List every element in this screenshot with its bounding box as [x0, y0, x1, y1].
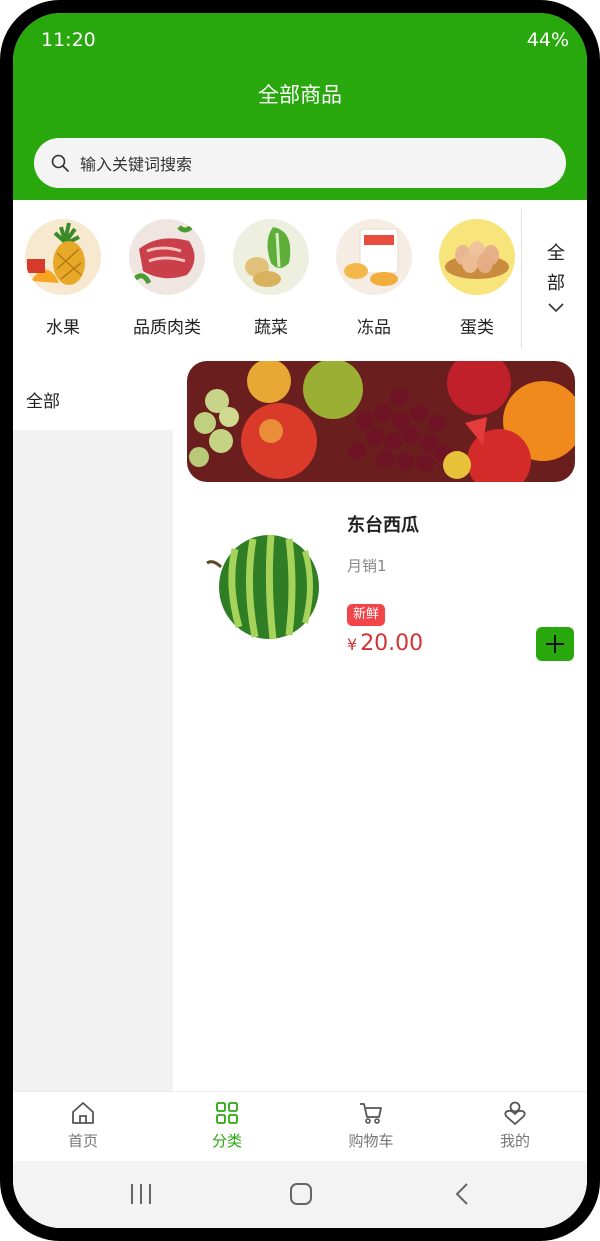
product-price: ¥20.00 [347, 631, 423, 656]
category-label: 水果 [46, 318, 80, 338]
chevron-down-icon [548, 303, 564, 313]
product-name: 东台西瓜 [347, 515, 419, 536]
fruit-image [25, 219, 101, 295]
category-expand-button[interactable]: 全 部 [531, 239, 581, 313]
currency-symbol: ¥ [347, 635, 358, 654]
tab-label: 购物车 [348, 1132, 394, 1150]
back-icon[interactable] [453, 1181, 471, 1207]
frozen-food-image [336, 219, 412, 295]
vegetable-image [233, 219, 309, 295]
search-placeholder: 输入关键词搜索 [80, 155, 193, 174]
price-value: 20.00 [360, 631, 424, 656]
tab-profile[interactable]: 我的 [465, 1100, 565, 1151]
category-sidebar: 全部 [13, 363, 173, 1091]
category-label: 蛋类 [460, 318, 494, 338]
home-button-icon[interactable] [288, 1181, 314, 1207]
product-sales: 月销1 [347, 557, 387, 575]
page-title: 全部商品 [258, 83, 342, 107]
category-label: 品质肉类 [133, 318, 201, 338]
category-label: 冻品 [357, 318, 391, 338]
tab-home[interactable]: 首页 [33, 1100, 133, 1151]
search-input[interactable]: 输入关键词搜索 [34, 138, 566, 188]
tab-cart[interactable]: 购物车 [321, 1100, 421, 1151]
eggs-image [439, 219, 515, 295]
category-item-fruit[interactable]: 水果 [16, 219, 110, 338]
cart-icon [360, 1103, 382, 1124]
category-item-eggs[interactable]: 蛋类 [430, 219, 524, 338]
status-time: 11:20 [41, 29, 96, 51]
tab-label: 分类 [211, 1132, 242, 1150]
add-to-cart-button[interactable] [536, 627, 574, 661]
product-card[interactable]: 东台西瓜 月销1 新鲜 ¥20.00 [187, 503, 577, 663]
category-expand-label: 全 [547, 243, 565, 264]
tab-label: 首页 [67, 1132, 98, 1150]
status-battery: 44% [526, 29, 569, 51]
plus-icon [546, 635, 564, 653]
bottom-tab-bar: 首页 分类 购物车 我的 [13, 1091, 587, 1161]
app-header: 11:20 44% 全部商品 输入关键词搜索 [13, 13, 587, 200]
category-item-vegetable[interactable]: 蔬菜 [224, 219, 318, 338]
watermelon-image [205, 525, 323, 643]
grid-icon [216, 1102, 238, 1124]
category-expand-label: 部 [547, 273, 565, 294]
home-icon [72, 1102, 94, 1124]
user-icon [504, 1101, 526, 1125]
phone-frame: 11:20 44% 全部商品 输入关键词搜索 水果 品质肉类 蔬菜 冻品 蛋类 … [0, 0, 600, 1241]
tab-category[interactable]: 分类 [177, 1100, 277, 1151]
sidebar-item-all[interactable]: 全部 [13, 363, 173, 430]
category-item-meat[interactable]: 品质肉类 [120, 219, 214, 338]
meat-image [129, 219, 205, 295]
app-screen: 11:20 44% 全部商品 输入关键词搜索 水果 品质肉类 蔬菜 冻品 蛋类 … [13, 13, 587, 1228]
category-strip: 水果 品质肉类 蔬菜 冻品 蛋类 全 部 [13, 209, 587, 351]
tab-label: 我的 [499, 1132, 530, 1150]
system-navigation-bar [13, 1161, 587, 1228]
fresh-badge: 新鲜 [347, 604, 386, 626]
recent-apps-icon[interactable] [129, 1181, 153, 1207]
search-icon [51, 154, 69, 172]
fruit-banner[interactable] [187, 361, 575, 482]
category-label: 蔬菜 [254, 318, 288, 338]
category-item-frozen[interactable]: 冻品 [327, 219, 421, 338]
category-divider [521, 209, 522, 349]
